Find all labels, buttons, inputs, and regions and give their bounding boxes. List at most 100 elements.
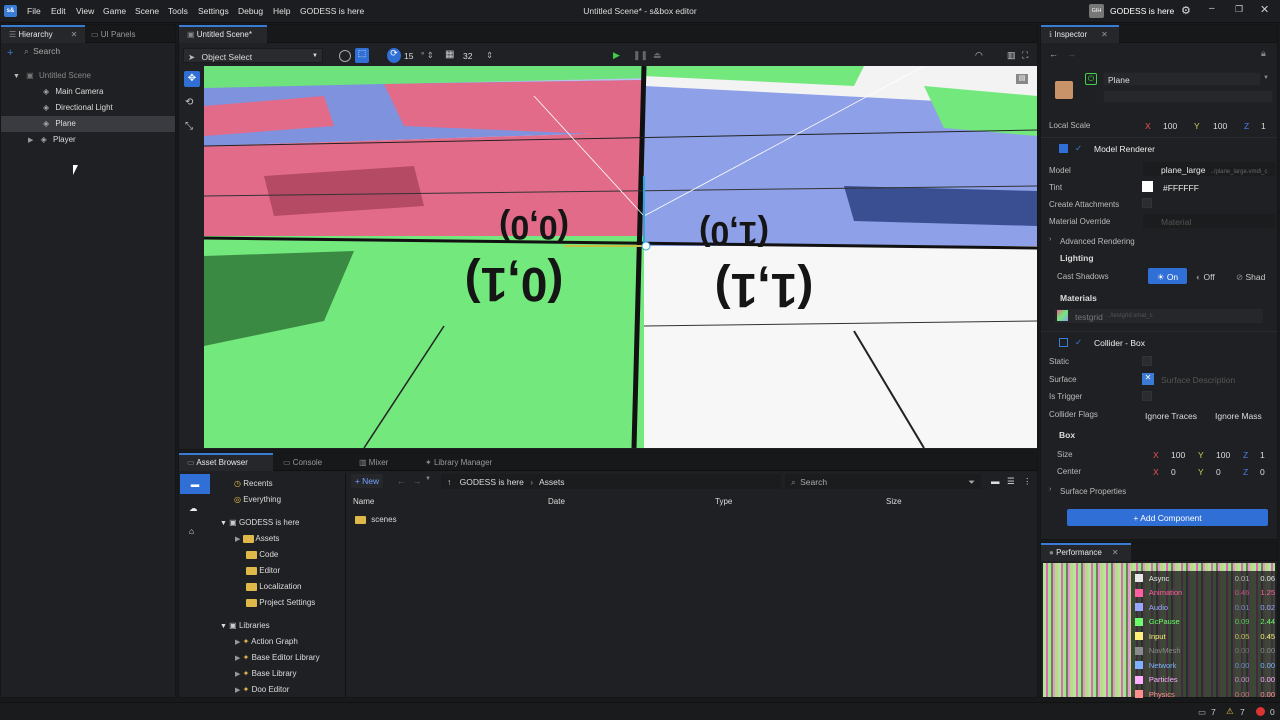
chevron-down-icon[interactable]: ▼ (220, 520, 227, 527)
folder-localization[interactable]: Localization (246, 582, 301, 598)
menu-file[interactable]: File (27, 6, 41, 16)
tab-console[interactable]: ▭ Console (283, 453, 343, 471)
tab-asset-browser[interactable]: ▭ Asset Browser (179, 453, 273, 471)
menu-edit[interactable]: Edit (51, 6, 66, 16)
material-override-field[interactable]: Material (1143, 214, 1275, 228)
power-icon[interactable]: ⏻ (1085, 73, 1097, 85)
chevron-right-icon[interactable]: ▶ (235, 687, 240, 694)
avatar[interactable]: GIH (1089, 4, 1104, 18)
size-x-input[interactable]: 100 (1171, 450, 1185, 460)
static-checkbox[interactable] (1142, 356, 1152, 366)
close-tab-icon[interactable]: ✕ (71, 30, 78, 39)
chevron-right-icon[interactable]: ▶ (235, 536, 240, 543)
column-type[interactable]: Type (715, 497, 732, 506)
hierarchy-search-input[interactable]: ⌕ Search (21, 46, 171, 60)
tree-item-main-camera[interactable]: ◈ Main Camera (1, 84, 175, 100)
tab-ui-panels[interactable]: ▭ UI Panels (89, 25, 169, 43)
tab-library-manager[interactable]: ✦ Library Manager (425, 453, 525, 471)
model-renderer-header[interactable]: ✓ Model Renderer (1041, 137, 1277, 155)
shadows-on-button[interactable]: ☀ On (1148, 268, 1187, 284)
is-trigger-checkbox[interactable] (1142, 391, 1152, 401)
tree-item-player[interactable]: ▶ ◈ Player (1, 132, 175, 148)
perf-row[interactable]: Input 0.05 0.45 (1131, 629, 1275, 644)
perf-row[interactable]: Async 0.01 0.06 (1131, 571, 1275, 586)
maximize-icon[interactable]: ❐ (1235, 4, 1243, 15)
project-root[interactable]: ▼ ▣ GODESS is here (220, 518, 299, 534)
tab-scene[interactable]: ▣ Untitled Scene* (179, 25, 267, 43)
close-tab-icon[interactable]: ✕ (1112, 548, 1119, 557)
folder-project-settings[interactable]: Project Settings (246, 598, 315, 614)
perf-row[interactable]: Physics 0.00 0.00 (1131, 687, 1275, 702)
forward-icon[interactable]: → (1067, 49, 1076, 59)
menu-debug[interactable]: Debug (238, 6, 263, 16)
close-icon[interactable]: ✕ (1260, 3, 1269, 16)
perf-row[interactable]: GcPause 0.09 2.44 (1131, 615, 1275, 630)
library-base[interactable]: ▶ ✦ Base Library (235, 669, 296, 685)
library-base-editor[interactable]: ▶ ✦ Base Editor Library (235, 653, 320, 669)
grid-icon[interactable]: ▦ (445, 49, 454, 60)
snap-value[interactable]: 15 (404, 51, 413, 61)
shadows-only-button[interactable]: ⊘ Shad (1236, 272, 1265, 283)
back-icon[interactable]: ← (397, 476, 406, 486)
menu-game[interactable]: Game (103, 6, 126, 16)
chevron-right-icon[interactable]: ▶ (28, 137, 33, 144)
tree-root-scene[interactable]: ▼ ▣ Untitled Scene (1, 68, 175, 84)
shadows-off-button[interactable]: ◐ Off (1196, 272, 1215, 282)
collider-header[interactable]: ✓ Collider - Box (1041, 331, 1277, 349)
ignore-traces-toggle[interactable]: Ignore Traces (1145, 411, 1197, 421)
perf-row[interactable]: Network 0.00 0.00 (1131, 658, 1275, 673)
up-icon[interactable]: ↑ (447, 477, 451, 487)
minimize-icon[interactable]: – (1209, 3, 1215, 14)
tags-field[interactable] (1103, 90, 1273, 103)
add-object-icon[interactable]: + (7, 47, 13, 59)
material-slot[interactable]: testgrid ../testgrid.vmat_c (1055, 309, 1263, 323)
folder-editor[interactable]: Editor (246, 566, 280, 582)
home-icon[interactable]: ⌂ (189, 526, 194, 536)
layout-icon[interactable]: ▥ (1007, 50, 1016, 61)
chevron-right-icon[interactable]: › (1049, 236, 1051, 243)
chevron-right-icon[interactable]: ▶ (235, 655, 240, 662)
pause-icon[interactable]: ❚❚ (633, 50, 648, 61)
cloud-icon[interactable]: ☁ (189, 503, 198, 514)
error-icon[interactable] (1256, 707, 1265, 716)
scale-tool-icon[interactable]: ⤡ (185, 121, 193, 132)
scale-x-input[interactable]: 100 (1163, 121, 1177, 131)
degree-stepper[interactable]: ° ⇕ (421, 50, 434, 61)
snap-rotate-toggle[interactable]: ⟳ (387, 48, 401, 63)
viewport-overlay-icon[interactable]: ▤ (1016, 74, 1028, 84)
chevron-down-icon[interactable]: ▼ (1263, 75, 1269, 81)
tab-inspector[interactable]: ℹ Inspector ✕ (1041, 25, 1119, 43)
menu-settings[interactable]: Settings (198, 6, 229, 16)
more-icon[interactable]: ⋮ (1023, 476, 1032, 487)
center-y-input[interactable]: 0 (1216, 467, 1221, 477)
tab-mixer[interactable]: ▥ Mixer (359, 453, 419, 471)
ignore-mass-toggle[interactable]: Ignore Mass (1215, 411, 1262, 421)
gear-icon[interactable]: ⚙ (1181, 4, 1191, 17)
add-component-button[interactable]: + Add Component (1067, 509, 1268, 526)
history-chevron-icon[interactable]: ▼ (425, 476, 431, 482)
surface-properties-label[interactable]: Surface Properties (1060, 487, 1126, 496)
folder-toggle-icon[interactable]: ▬ (991, 476, 1000, 486)
quick-everything[interactable]: ◎ Everything (234, 495, 281, 511)
asset-search-input[interactable]: ⌕ Search ⏷ (785, 474, 981, 489)
back-icon[interactable]: ← (1049, 49, 1058, 59)
chevron-right-icon[interactable]: › (1049, 486, 1051, 493)
wifi-icon[interactable]: ◠ (975, 50, 983, 61)
advanced-rendering-label[interactable]: Advanced Rendering (1060, 237, 1135, 246)
library-doo-editor[interactable]: ▶ ✦ Doo Editor (235, 685, 289, 697)
warning-icon[interactable]: ⚠ (1226, 706, 1234, 717)
globe-icon[interactable] (339, 50, 351, 62)
user-name[interactable]: GODESS is here (1110, 6, 1174, 16)
breadcrumb-project[interactable]: GODESS is here (460, 477, 524, 487)
center-z-input[interactable]: 0 (1260, 467, 1265, 477)
tint-swatch[interactable] (1142, 181, 1153, 192)
tree-item-plane[interactable]: ◈ Plane (1, 116, 175, 132)
info-icon[interactable]: ▭ (1198, 707, 1206, 718)
center-x-input[interactable]: 0 (1171, 467, 1176, 477)
perf-row[interactable]: NavMesh 0.00 0.00 (1131, 644, 1275, 659)
folder-assets[interactable]: ▶ Assets (235, 534, 279, 550)
rotate-tool-icon[interactable]: ⟲ (185, 97, 193, 108)
scale-z-input[interactable]: 1 (1261, 121, 1266, 131)
move-tool-icon[interactable]: ✥ (184, 71, 200, 87)
column-size[interactable]: Size (886, 497, 902, 506)
